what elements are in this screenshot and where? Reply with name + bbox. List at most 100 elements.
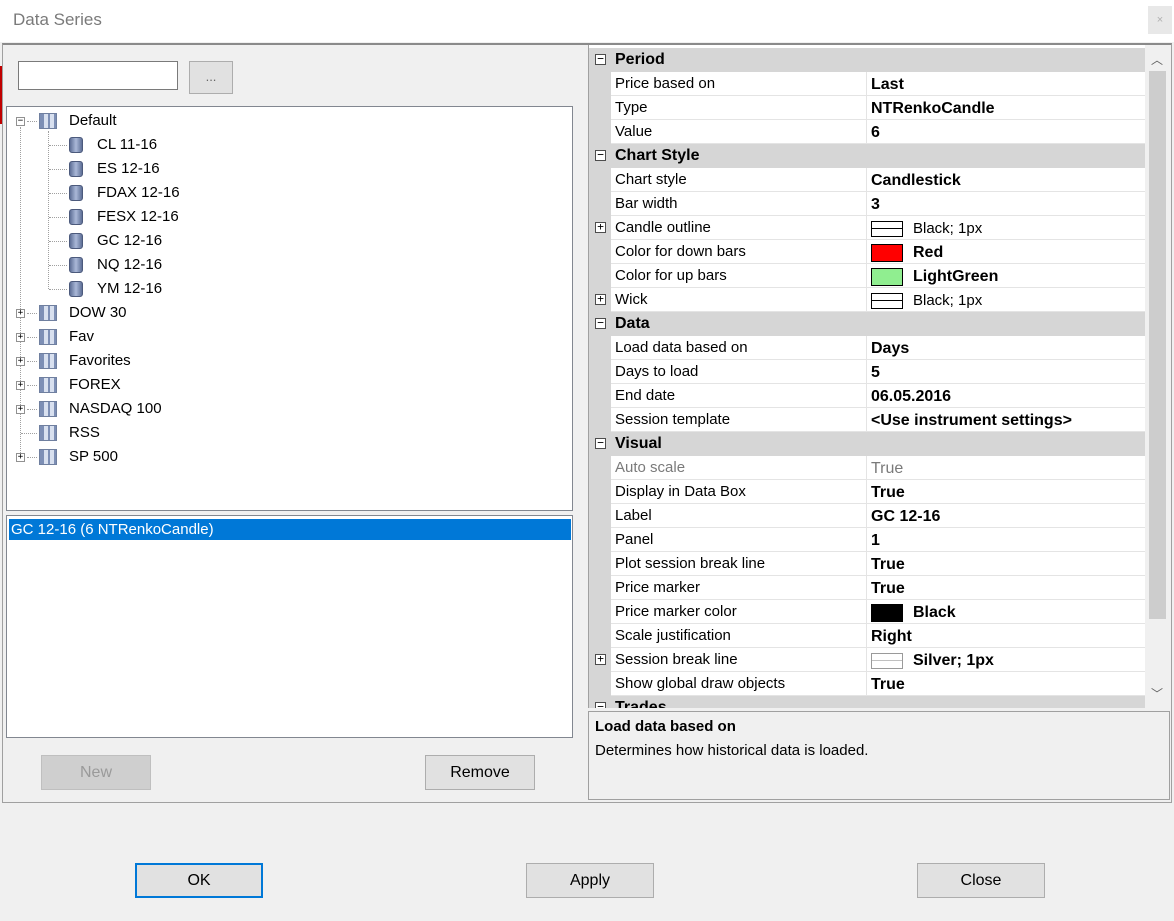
instrument-icon [69,233,83,249]
expand-icon[interactable]: + [16,309,25,318]
tree-item-list[interactable]: FOREX [69,374,121,396]
browse-instruments-button[interactable]: ... [189,61,233,94]
tree-item-default[interactable]: Default [69,110,117,132]
expand-icon[interactable]: + [595,653,606,665]
property-row[interactable]: Label GC 12-16 [589,504,1145,528]
tree-item-list[interactable]: Favorites [69,350,131,372]
tree-item-instrument[interactable]: CL 11-16 [97,134,157,156]
collapse-icon[interactable]: − [595,149,606,161]
ok-button[interactable]: OK [135,863,263,898]
instrument-list-icon [39,449,57,465]
property-row[interactable]: Scale justification Right [589,624,1145,648]
instrument-search-input[interactable] [18,61,178,90]
property-row[interactable]: Session template <Use instrument settings… [589,408,1145,432]
stroke-swatch [871,221,903,237]
focus-marker [0,66,2,124]
expand-icon[interactable]: + [16,381,25,390]
category-trades[interactable]: − Trades [589,696,1145,708]
window-title: Data Series [13,10,102,29]
tree-item-list[interactable]: Fav [69,326,94,348]
expand-icon[interactable]: + [595,293,606,305]
scroll-up-icon[interactable]: ︿ [1151,51,1163,68]
instrument-icon [69,257,83,273]
tree-item-list[interactable]: NASDAQ 100 [69,398,162,420]
instrument-tree[interactable]: − Default CL 11-16 ES 12-16 FDAX 12-16 F… [6,106,573,511]
tree-item-instrument[interactable]: FESX 12-16 [97,206,179,228]
property-row[interactable]: + Wick Black; 1px [589,288,1145,312]
instrument-icon [69,209,83,225]
property-row[interactable]: Color for down bars Red [589,240,1145,264]
expand-icon[interactable]: + [16,405,25,414]
property-row[interactable]: Type NTRenkoCandle [589,96,1145,120]
property-row[interactable]: Color for up bars LightGreen [589,264,1145,288]
property-grid-scrollbar[interactable]: ︿ ﹀ [1145,45,1170,708]
scroll-down-icon[interactable]: ﹀ [1151,685,1163,702]
tree-item-instrument[interactable]: NQ 12-16 [97,254,162,276]
stroke-swatch [871,653,903,669]
instrument-list-icon [39,353,57,369]
property-row[interactable]: Days to load 5 [589,360,1145,384]
collapse-icon[interactable]: − [16,117,25,126]
instrument-icon [69,185,83,201]
expand-icon[interactable]: + [16,357,25,366]
category-visual[interactable]: − Visual [589,432,1145,456]
expand-icon[interactable]: + [595,221,606,233]
property-row[interactable]: End date 06.05.2016 [589,384,1145,408]
property-row[interactable]: Auto scale True [589,456,1145,480]
collapse-icon[interactable]: − [595,53,606,65]
property-grid[interactable]: − Period Price based on Last Type NTRenkoCa… [588,45,1170,708]
new-button[interactable]: New [41,755,151,790]
tree-item-instrument[interactable]: FDAX 12-16 [97,182,180,204]
data-series-list[interactable]: GC 12-16 (6 NTRenkoCandle) [6,515,573,738]
property-row[interactable]: Price marker color Black [589,600,1145,624]
property-row[interactable]: Show global draw objects True [589,672,1145,696]
property-row[interactable]: Value 6 [589,120,1145,144]
collapse-icon[interactable]: − [595,317,606,329]
instrument-list-icon [39,377,57,393]
property-row[interactable]: + Session break line Silver; 1px [589,648,1145,672]
remove-button[interactable]: Remove [425,755,535,790]
tree-item-instrument[interactable]: GC 12-16 [97,230,162,252]
category-chart-style[interactable]: − Chart Style [589,144,1145,168]
property-row[interactable]: Display in Data Box True [589,480,1145,504]
property-row[interactable]: Bar width 3 [589,192,1145,216]
tree-item-list[interactable]: RSS [69,422,100,444]
help-title: Load data based on [595,718,736,735]
instrument-list-icon [39,113,57,129]
stroke-swatch [871,293,903,309]
collapse-icon[interactable]: − [595,701,606,708]
instrument-list-icon [39,425,57,441]
instrument-icon [69,137,83,153]
property-row[interactable]: Panel 1 [589,528,1145,552]
property-row[interactable]: Price marker True [589,576,1145,600]
color-swatch [871,268,903,286]
close-window-button[interactable]: × [1148,6,1172,34]
tree-item-instrument[interactable]: ES 12-16 [97,158,160,180]
scrollbar-thumb[interactable] [1149,71,1166,619]
property-row[interactable]: + Candle outline Black; 1px [589,216,1145,240]
apply-button[interactable]: Apply [526,863,654,898]
color-swatch [871,604,903,622]
color-swatch [871,244,903,262]
property-row[interactable]: Chart style Candlestick [589,168,1145,192]
category-period[interactable]: − Period [589,48,1145,72]
expand-icon[interactable]: + [16,453,25,462]
instrument-icon [69,281,83,297]
property-help-panel: Load data based on Determines how histor… [588,711,1170,800]
tree-item-instrument[interactable]: YM 12-16 [97,278,162,300]
collapse-icon[interactable]: − [595,437,606,449]
property-row[interactable]: Plot session break line True [589,552,1145,576]
instrument-list-icon [39,305,57,321]
category-data[interactable]: − Data [589,312,1145,336]
close-button[interactable]: Close [917,863,1045,898]
expand-icon[interactable]: + [16,333,25,342]
list-item-selected[interactable]: GC 12-16 (6 NTRenkoCandle) [9,519,571,540]
help-description: Determines how historical data is loaded… [595,742,869,759]
instrument-list-icon [39,401,57,417]
tree-item-list[interactable]: DOW 30 [69,302,127,324]
title-bar: Data Series × [0,0,1174,42]
property-row[interactable]: Load data based on Days [589,336,1145,360]
tree-item-list[interactable]: SP 500 [69,446,118,468]
property-row[interactable]: Price based on Last [589,72,1145,96]
instrument-list-icon [39,329,57,345]
